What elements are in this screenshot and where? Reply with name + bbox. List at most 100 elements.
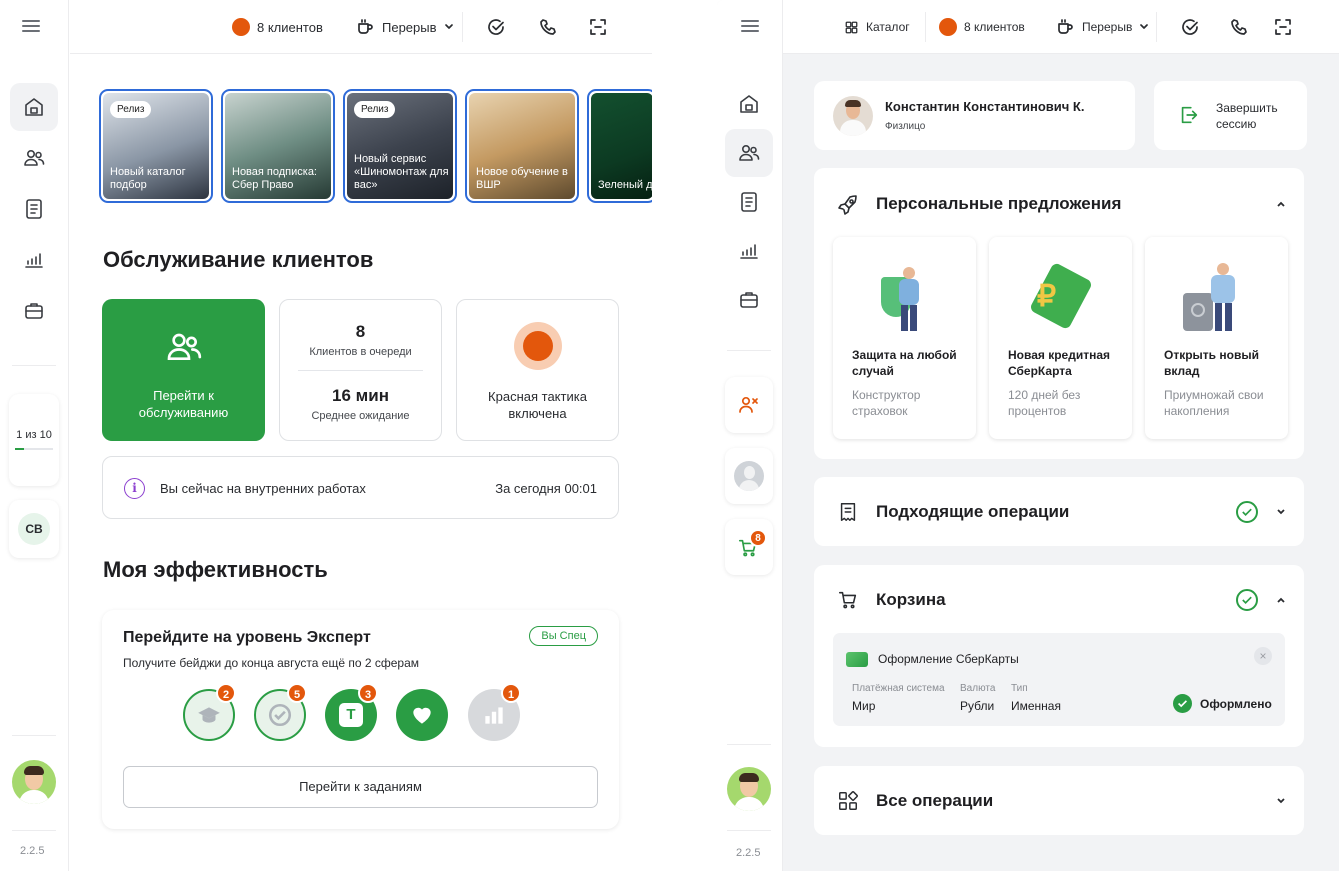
cart-section: Корзина Оформление СберКарты × Платёжная… <box>814 565 1304 747</box>
queue-label: Клиентов в очереди <box>309 346 412 358</box>
pager-card[interactable]: 1 из 10 <box>9 394 59 486</box>
cart-field: Платёжная система Мир <box>852 683 945 713</box>
cart-badge: 8 <box>749 529 767 547</box>
operations-section[interactable]: Подходящие операции <box>814 477 1304 546</box>
menu-icon[interactable] <box>22 18 40 34</box>
grid-icon <box>845 21 858 33</box>
chevron-down-icon <box>1140 24 1149 29</box>
chevron-up-icon[interactable] <box>1276 595 1286 605</box>
stats-icon[interactable] <box>10 236 58 284</box>
tasks-check-button[interactable] <box>1180 0 1200 54</box>
card-illustration: ₽ <box>1028 261 1094 331</box>
briefcase-icon[interactable] <box>725 276 773 324</box>
catalog-button[interactable]: Каталог <box>844 0 910 54</box>
client-photo <box>833 96 873 136</box>
offer-card[interactable]: Открыть новый вклад Приумножай свои нако… <box>1145 237 1288 439</box>
offer-card[interactable]: Защита на любой случай Конструктор страх… <box>833 237 976 439</box>
client-card[interactable]: Константин Константинович К. Физлицо <box>814 81 1135 150</box>
chevron-down-icon <box>444 24 453 29</box>
info-today: За сегодня 00:01 <box>495 481 597 496</box>
go-service-button[interactable]: Перейти к обслуживанию <box>102 299 265 441</box>
chevron-down-icon[interactable] <box>1276 507 1286 517</box>
offer-card[interactable]: ₽ Новая кредитная СберКарта 120 дней без… <box>989 237 1132 439</box>
scan-button[interactable] <box>1273 0 1293 54</box>
story-badge: Релиз <box>110 101 152 118</box>
check-circle-icon <box>488 19 504 35</box>
education-badge-icon[interactable]: 2 <box>183 683 236 741</box>
menu-icon[interactable] <box>741 18 759 34</box>
stats-icon[interactable] <box>725 227 773 275</box>
sbercard-icon <box>846 652 868 667</box>
clients-icon <box>167 333 202 360</box>
initials: СВ <box>18 513 50 545</box>
catalog-label: Каталог <box>866 20 910 34</box>
info-text: Вы сейчас на внутренних работах <box>160 481 366 496</box>
t-badge-icon[interactable]: T 3 <box>325 683 378 741</box>
phone-icon <box>540 19 556 35</box>
check-circle-icon <box>1236 589 1258 611</box>
cart-field: Валюта Рубли <box>960 683 996 713</box>
operations-title: Подходящие операции <box>876 502 1070 521</box>
story-card[interactable]: Релиз Новый сервис «Шиномонтаж для вас» <box>343 89 457 203</box>
phone-button[interactable] <box>1229 0 1249 54</box>
service-title: Обслуживание клиентов <box>103 247 374 272</box>
break-label: Перерыв <box>382 19 437 35</box>
check-badge-icon[interactable]: 5 <box>254 683 307 741</box>
safe-illustration <box>1181 263 1251 333</box>
clients-counter[interactable]: 8 клиентов <box>939 0 1025 54</box>
chart-badge-icon[interactable]: 1 <box>468 683 521 741</box>
story-caption: Новый сервис «Шиномонтаж для вас» <box>354 153 449 191</box>
client-avatar <box>734 461 764 491</box>
chevron-down-icon[interactable] <box>1276 796 1286 806</box>
avatar[interactable] <box>12 760 56 804</box>
badge-count: 1 <box>501 683 521 703</box>
queue-count: 8 <box>355 322 366 341</box>
client-type: Физлицо <box>885 121 926 132</box>
phone-icon <box>1231 19 1247 35</box>
cart-field: Тип Именная <box>1011 683 1061 713</box>
scan-button[interactable] <box>588 0 608 54</box>
home-icon[interactable] <box>725 80 773 128</box>
offer-title: Защита на любой случай <box>852 348 957 378</box>
left-sidebar: 1 из 10 СВ 2.2.5 <box>0 0 69 871</box>
story-card[interactable]: Новое обучение в ВШР <box>465 89 579 203</box>
tactic-indicator <box>514 322 562 370</box>
end-session-button[interactable]: Завершить сессию <box>1154 81 1307 150</box>
chevron-up-icon[interactable] <box>1276 199 1286 209</box>
right-sidebar: 8 2.2.5 <box>717 0 783 871</box>
home-icon[interactable] <box>10 83 58 131</box>
cart-button[interactable]: 8 <box>725 519 773 575</box>
story-caption: Новое обучение в ВШР <box>476 166 568 191</box>
cart-item[interactable]: Оформление СберКарты × Платёжная система… <box>833 633 1285 726</box>
document-icon[interactable] <box>725 178 773 226</box>
cart-icon <box>838 591 857 609</box>
clients-counter[interactable]: 8 клиентов <box>232 0 323 54</box>
all-operations-section[interactable]: Все операции <box>814 766 1304 835</box>
break-dropdown[interactable]: Перерыв <box>1055 0 1149 54</box>
scan-icon <box>1275 19 1291 35</box>
user-initials-card[interactable]: СВ <box>9 500 59 558</box>
heart-badge-icon[interactable] <box>396 689 448 741</box>
wait-label: Среднее ожидание <box>311 410 410 422</box>
phone-button[interactable] <box>538 0 558 54</box>
coffee-icon <box>358 19 373 34</box>
story-caption: Новый каталог подбор <box>110 166 186 191</box>
clients-icon[interactable] <box>10 134 58 182</box>
story-card[interactable]: Новая подписка: Сбер Право <box>221 89 335 203</box>
avatar[interactable] <box>727 767 771 811</box>
clients-icon[interactable] <box>725 129 773 177</box>
story-card[interactable]: Релиз Новый каталог подбор <box>99 89 213 203</box>
story-card[interactable]: Зеленый д <box>587 89 652 203</box>
level-title: Перейдите на уровень Эксперт <box>123 629 371 646</box>
briefcase-icon[interactable] <box>10 287 58 335</box>
tasks-button[interactable]: Перейти к заданиям <box>123 766 598 808</box>
client-avatar-button[interactable] <box>725 448 773 504</box>
break-dropdown[interactable]: Перерыв <box>355 0 454 54</box>
tasks-check-button[interactable] <box>486 0 506 54</box>
remove-client-button[interactable] <box>725 377 773 433</box>
badge-count: 2 <box>216 683 236 703</box>
offers-title: Персональные предложения <box>876 194 1122 213</box>
document-icon[interactable] <box>10 185 58 233</box>
close-icon[interactable]: × <box>1254 647 1272 665</box>
end-session-label: Завершить сессию <box>1216 101 1278 131</box>
